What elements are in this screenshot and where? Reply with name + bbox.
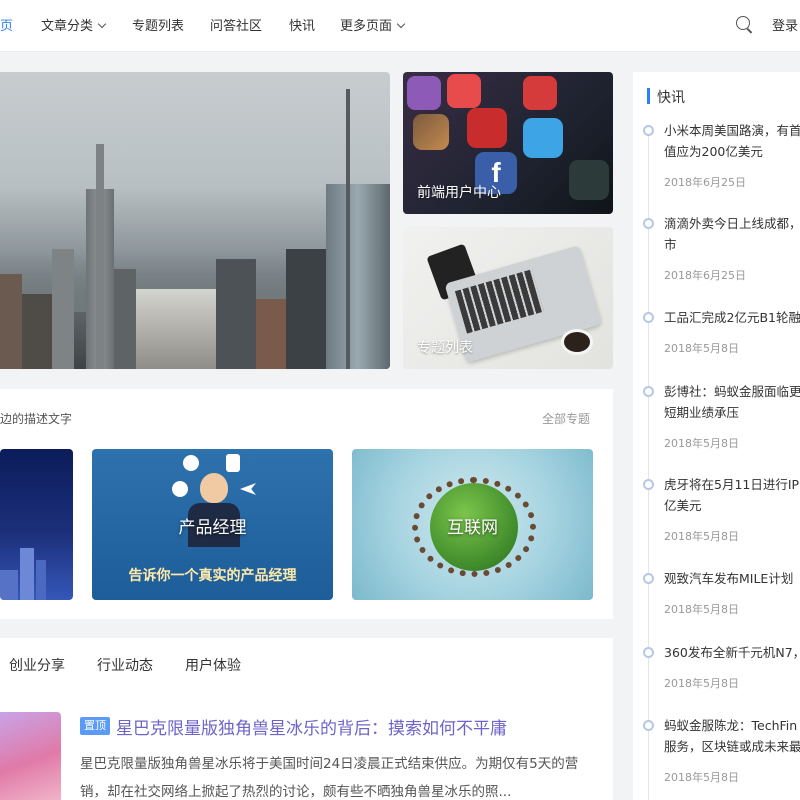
nav-label: 文章分类	[41, 19, 94, 34]
topic-card-title: 互联网	[447, 518, 498, 538]
person-avatar	[200, 473, 228, 503]
phone-icon	[226, 454, 240, 472]
nav-home[interactable]: 页	[0, 15, 13, 34]
nav-article-categories[interactable]: 文章分类	[41, 15, 107, 34]
timer-icon	[183, 455, 199, 471]
flash-news-item-date: 2018年5月8日	[664, 771, 739, 784]
plane-icon	[240, 483, 256, 495]
flash-news-item-text[interactable]: 短期业绩承压	[664, 402, 800, 423]
section-description: 边的描述文字	[0, 412, 73, 426]
nav-qa-community[interactable]: 问答社区	[210, 15, 262, 34]
instagram-icon	[413, 114, 449, 150]
tile-frontend-user-center[interactable]: f 前端用户中心	[403, 72, 613, 214]
chevron-down-icon	[97, 19, 107, 29]
flash-news-item-text[interactable]: 观致汽车发布MILE计划	[664, 568, 800, 589]
flash-news-item-text[interactable]: 服务，区块链或成未来最	[664, 736, 800, 757]
timeline-dot	[643, 218, 654, 229]
app-icon	[569, 160, 609, 200]
tab-startup-sharing[interactable]: 创业分享	[9, 655, 65, 675]
app-icon	[523, 76, 557, 110]
chevron-down-icon	[396, 19, 406, 29]
twitter-icon	[523, 118, 563, 158]
topic-card-city-night[interactable]	[0, 449, 73, 600]
chart-icon	[172, 481, 188, 497]
topic-card-title: 产品经理	[178, 518, 247, 538]
article-excerpt: 星巴克限量版独角兽星冰乐将于美国时间24日凌晨正式结束供应。为期仅有5天的营销，…	[80, 756, 579, 800]
flash-news-item-date: 2018年6月25日	[664, 269, 746, 282]
flash-news-item-text[interactable]: 亿美元	[664, 495, 800, 516]
top-navbar: 页 文章分类 专题列表 问答社区 快讯 更多页面 登录	[0, 0, 800, 52]
building	[286, 249, 326, 369]
building	[0, 274, 22, 369]
coffee-cup-image	[561, 329, 593, 355]
article-title-link[interactable]: 星巴克限量版独角兽星冰乐的背后：摸索如何不平庸	[116, 714, 507, 739]
building	[22, 294, 52, 369]
nav-label: 更多页面	[340, 19, 393, 34]
nav-flash-news[interactable]: 快讯	[289, 15, 315, 34]
topic-card-subtitle: 告诉你一个真实的产品经理	[128, 568, 297, 584]
flash-news-item-date: 2018年5月8日	[664, 530, 739, 543]
building	[36, 560, 46, 600]
building	[20, 548, 34, 600]
glass-tower	[326, 184, 390, 369]
tab-industry-news[interactable]: 行业动态	[97, 655, 153, 675]
app-icon	[447, 74, 481, 108]
flash-news-item-date: 2018年5月8日	[664, 677, 739, 690]
tile-label: 前端用户中心	[417, 185, 501, 201]
search-icon[interactable]	[736, 16, 750, 30]
tile-topic-list[interactable]: 专题列表	[403, 227, 613, 369]
topic-card-product-manager[interactable]: 产品经理 告诉你一个真实的产品经理	[92, 449, 333, 600]
building	[52, 249, 74, 369]
flash-news-item-text[interactable]: 虎牙将在5月11日进行IP	[664, 474, 800, 495]
building-spire	[96, 144, 104, 369]
flash-news-item-text[interactable]: 蚂蚁金服陈龙：TechFin	[664, 715, 800, 736]
flash-news-item-text[interactable]: 工品汇完成2亿元B1轮融	[664, 307, 800, 328]
app-icon	[407, 76, 441, 110]
flash-news-item-text[interactable]: 滴滴外卖今日上线成都，	[664, 213, 800, 234]
tile-label: 专题列表	[417, 340, 473, 356]
flash-news-item-text[interactable]: 值应为200亿美元	[664, 141, 800, 162]
timeline-dot	[643, 573, 654, 584]
building	[256, 299, 286, 369]
section-accent-bar	[647, 88, 650, 104]
building	[136, 289, 216, 369]
nav-topic-list[interactable]: 专题列表	[132, 15, 184, 34]
timeline-dot	[643, 479, 654, 490]
flash-news-item-date: 2018年5月8日	[664, 437, 739, 450]
timeline-dot	[643, 386, 654, 397]
all-topics-link[interactable]: 全部专题	[542, 410, 590, 427]
antenna	[346, 89, 350, 369]
timeline-dot	[643, 125, 654, 136]
flash-news-item-text[interactable]: 小米本周美国路演，有首	[664, 120, 800, 141]
tab-user-experience[interactable]: 用户体验	[185, 655, 241, 675]
laptop-keyboard	[454, 269, 544, 334]
login-link[interactable]: 登录	[772, 15, 798, 34]
topic-card-internet[interactable]: 互联网	[352, 449, 593, 600]
building	[0, 570, 18, 600]
hero-slider-image[interactable]	[0, 72, 390, 369]
timeline-dot	[643, 312, 654, 323]
timeline-dot	[643, 720, 654, 731]
pinned-badge: 置顶	[80, 717, 110, 735]
flash-news-item-text[interactable]: 360发布全新千元机N7，	[664, 642, 800, 663]
flash-news-item-date: 2018年5月8日	[664, 342, 739, 355]
timeline-dot	[643, 647, 654, 658]
nav-more-pages[interactable]: 更多页面	[340, 15, 406, 34]
building	[114, 269, 136, 369]
article-thumbnail[interactable]	[0, 712, 61, 800]
flash-news-item-text[interactable]: 彭博社：蚂蚁金服面临更	[664, 381, 800, 402]
timeline-line	[648, 130, 649, 800]
building	[216, 259, 256, 369]
flash-news-item-date: 2018年6月25日	[664, 176, 746, 189]
app-icon	[467, 108, 507, 148]
flash-news-item-date: 2018年5月8日	[664, 603, 739, 616]
flash-news-title: 快讯	[657, 90, 685, 106]
flash-news-item-text[interactable]: 市	[664, 234, 800, 255]
